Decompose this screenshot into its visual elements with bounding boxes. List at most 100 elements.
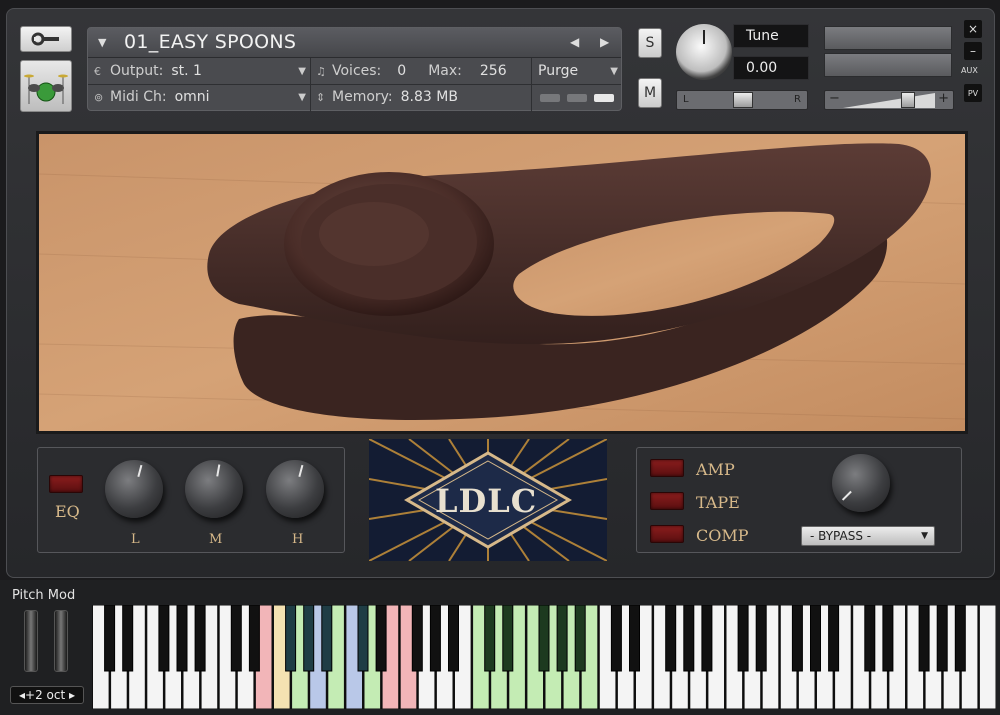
purge-menu[interactable]: Purge ▼ [538,59,618,83]
tune-knob[interactable] [676,24,732,80]
midi-channel-field[interactable]: ⊚ Midi Ch: omni ▼ [94,85,306,109]
title-row: ▼ 01_EASY SPOONS ◀ ▶ [88,28,621,58]
black-key[interactable] [502,605,514,672]
piano-keyboard[interactable] [92,605,996,709]
divider [531,58,532,112]
pv-button[interactable]: PV [964,84,982,102]
mod-wheel[interactable] [54,610,68,672]
black-key[interactable] [737,605,749,672]
tape-toggle-button[interactable] [650,492,684,510]
bypass-dropdown[interactable]: - BYPASS - ▼ [801,526,935,546]
black-key[interactable] [122,605,134,672]
pan-left-label: L [683,94,689,105]
black-key[interactable] [176,605,188,672]
voices-value: 0 [397,63,407,79]
instrument-icon-drumkit[interactable] [20,60,72,112]
logo-text: LDLC [435,482,538,520]
black-key[interactable] [104,605,116,672]
volume-minus[interactable]: − [829,91,840,106]
drumkit-icon [24,74,68,104]
octave-shift[interactable]: ◂+2 oct ▸ [10,686,84,704]
white-key[interactable] [978,605,996,709]
eq-low-knob[interactable] [105,460,163,518]
black-key[interactable] [303,605,315,672]
black-key[interactable] [429,605,441,672]
memory-icon: ⇕ [316,90,326,104]
black-key[interactable] [194,605,206,672]
black-key[interactable] [448,605,459,672]
memory-value: 8.83 MB [400,89,458,105]
black-key[interactable] [864,605,876,672]
black-key[interactable] [791,605,803,672]
black-key[interactable] [484,605,496,672]
tune-value[interactable]: 0.00 [733,56,809,80]
eq-mid-knob[interactable] [185,460,243,518]
fx-amount-knob[interactable] [832,454,890,512]
pan-right-label: R [794,94,801,105]
purge-label: Purge [538,63,579,79]
black-key[interactable] [574,605,586,672]
edit-wrench-button[interactable] [20,26,72,52]
black-key[interactable] [665,605,677,672]
led [567,94,587,102]
black-key[interactable] [918,605,930,672]
output-field[interactable]: € Output: st. 1 ▼ [94,59,306,83]
volume-plus[interactable]: + [938,91,949,106]
solo-button[interactable]: S [638,28,662,58]
black-key[interactable] [321,605,333,672]
amp-toggle-button[interactable] [650,459,684,477]
memory-field: ⇕ Memory: 8.83 MB [316,85,526,109]
black-key[interactable] [701,605,713,672]
eq-toggle-button[interactable] [49,475,83,493]
wrench-icon [31,32,59,46]
mute-button[interactable]: M [638,78,662,108]
volume-handle[interactable] [901,92,915,108]
close-button[interactable]: × [964,20,982,38]
black-key[interactable] [411,605,423,672]
black-key[interactable] [683,605,695,672]
black-key[interactable] [882,605,894,672]
eq-label: EQ [55,502,80,521]
black-key[interactable] [538,605,550,672]
max-voices-value[interactable]: 256 [480,63,507,79]
menu-arrow-icon[interactable]: ▼ [98,36,106,49]
black-key[interactable] [556,605,568,672]
output-value: st. 1 [171,63,202,79]
voices-label: Voices: [332,63,382,79]
minimize-button[interactable]: – [964,42,982,60]
next-instrument-icon[interactable]: ▶ [600,35,609,49]
black-key[interactable] [375,605,387,672]
chevron-down-icon: ▼ [298,91,306,103]
volume-slider[interactable]: − + [824,90,954,110]
black-key[interactable] [954,605,966,672]
aux-button[interactable]: AUX [961,66,978,75]
black-key[interactable] [936,605,948,672]
black-key[interactable] [158,605,170,672]
bypass-value: - BYPASS - [810,529,872,543]
black-key[interactable] [248,605,260,672]
knob-indicator [703,30,705,44]
black-key[interactable] [285,605,297,672]
prev-instrument-icon[interactable]: ◀ [570,35,579,49]
black-key[interactable] [755,605,767,672]
pan-handle[interactable] [733,92,753,108]
midi-label: Midi Ch: [110,89,167,105]
output-icon: € [94,64,101,78]
amp-label: AMP [696,460,735,479]
eq-high-knob[interactable] [266,460,324,518]
black-key[interactable] [810,605,821,672]
black-key[interactable] [610,605,622,672]
black-key[interactable] [357,605,369,672]
piano-keys[interactable] [92,605,996,709]
pitch-wheel[interactable] [24,610,38,672]
instrument-name[interactable]: 01_EASY SPOONS [124,31,296,53]
instrument-artwork [36,131,968,434]
volume-ramp-icon [843,93,935,108]
black-key[interactable] [828,605,840,672]
comp-toggle-button[interactable] [650,525,684,543]
black-key[interactable] [230,605,242,672]
purge-leds [540,94,614,102]
pan-slider[interactable]: L R [676,90,808,110]
black-key[interactable] [629,605,640,672]
tape-label: TAPE [696,493,740,512]
